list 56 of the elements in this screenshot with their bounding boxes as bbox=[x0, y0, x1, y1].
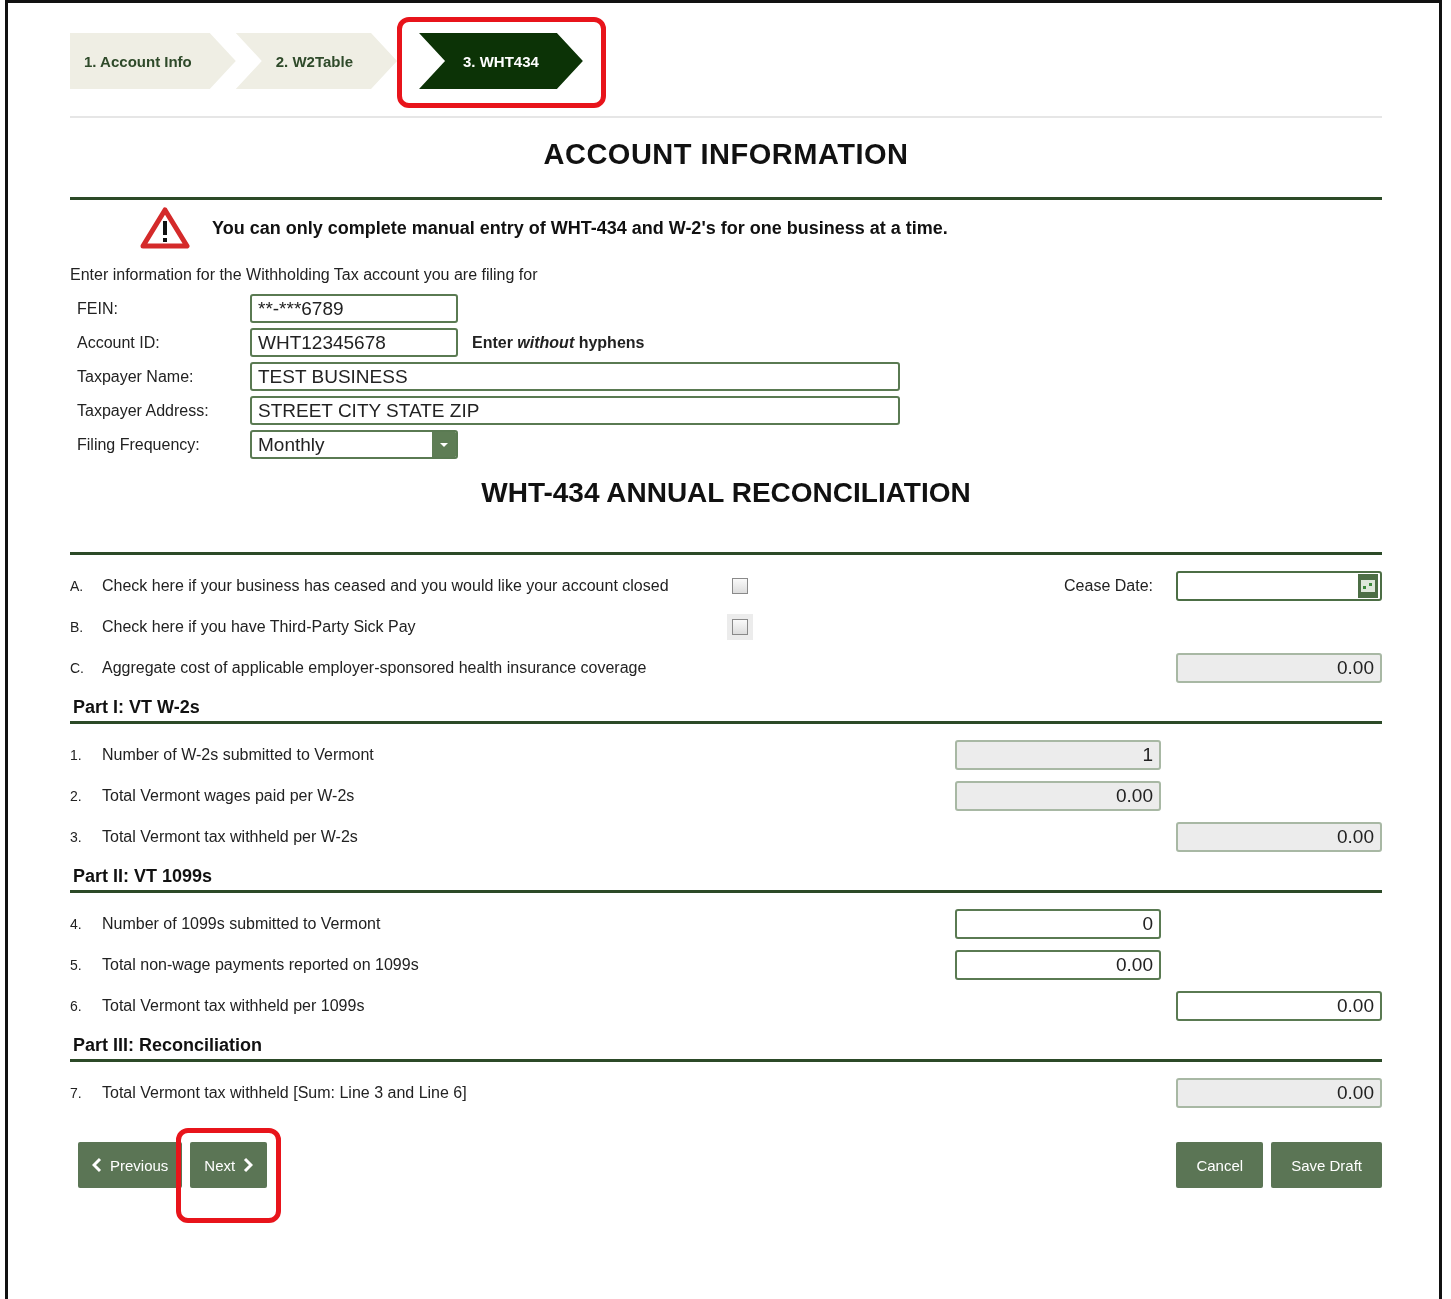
text-field[interactable]: TEST BUSINESS bbox=[250, 362, 900, 391]
part-heading: Part II: VT 1099s bbox=[72, 866, 214, 887]
chevron-left-icon bbox=[92, 1157, 102, 1173]
amount-field[interactable]: 0 bbox=[955, 909, 1161, 939]
frequency-dropdown[interactable]: Monthly bbox=[250, 430, 458, 459]
line-marker: A. bbox=[70, 578, 85, 594]
chevron-right-icon bbox=[243, 1157, 254, 1173]
field-label: Taxpayer Address: bbox=[77, 401, 210, 420]
amount-field[interactable]: 0.00 bbox=[955, 950, 1161, 980]
intro-text: Enter information for the Withholding Tax account you are filing for bbox=[70, 266, 539, 284]
line-marker: 7. bbox=[70, 1085, 83, 1101]
line-marker: 6. bbox=[70, 998, 83, 1014]
text-field[interactable]: **-***6789 bbox=[250, 294, 458, 323]
field-label: Taxpayer Name: bbox=[77, 367, 195, 386]
line-marker: C. bbox=[70, 660, 85, 676]
line-label: Number of W-2s submitted to Vermont bbox=[102, 746, 375, 764]
warning-message: You can only complete manual entry of WHT-434 and W-2's for one business at a time. bbox=[212, 217, 948, 239]
line-label: Total Vermont tax withheld [Sum: Line 3 and Line 6] bbox=[102, 1084, 468, 1102]
section-title: WHT-434 ANNUAL RECONCILIATION bbox=[480, 477, 972, 510]
text-field[interactable]: STREET CITY STATE ZIP bbox=[250, 396, 900, 425]
field-hint: Enter without hyphens bbox=[472, 333, 645, 352]
save-draft-button[interactable]: Save Draft bbox=[1271, 1142, 1382, 1188]
part-heading: Part III: Reconciliation bbox=[72, 1035, 264, 1056]
previous-button[interactable]: Previous bbox=[78, 1142, 183, 1188]
line-label: Total non-wage payments reported on 1099s bbox=[102, 956, 420, 974]
line-marker: B. bbox=[70, 619, 85, 635]
field-label: Account ID: bbox=[77, 333, 161, 352]
step-tab[interactable]: 2. W2Table bbox=[235, 33, 398, 89]
line-label: Total Vermont wages paid per W-2s bbox=[102, 787, 356, 805]
page-title: ACCOUNT INFORMATION bbox=[542, 138, 910, 172]
line-label: Number of 1099s submitted to Vermont bbox=[102, 915, 382, 933]
step-tab[interactable]: 3. WHT434 bbox=[419, 33, 583, 89]
line-marker: 5. bbox=[70, 957, 83, 973]
line-label: Check here if your business has ceased and you would like your account closed bbox=[102, 577, 670, 595]
amount-field[interactable]: 0.00 bbox=[1176, 991, 1382, 1021]
next-button[interactable]: Next bbox=[190, 1142, 268, 1188]
checkbox[interactable] bbox=[732, 578, 748, 594]
field-label: Filing Frequency: bbox=[77, 435, 201, 454]
part-heading: Part I: VT W-2s bbox=[72, 697, 201, 718]
dropdown-caret-icon bbox=[432, 432, 456, 457]
date-field[interactable] bbox=[1176, 571, 1382, 601]
line-marker: 3. bbox=[70, 829, 83, 845]
line-marker: 1. bbox=[70, 747, 83, 763]
cancel-button[interactable]: Cancel bbox=[1176, 1142, 1264, 1188]
line-marker: 4. bbox=[70, 916, 83, 932]
field-label: Cease Date: bbox=[1064, 577, 1153, 595]
line-marker: 2. bbox=[70, 788, 83, 804]
line-label: Check here if you have Third-Party Sick Pay bbox=[102, 618, 417, 636]
field-label: FEIN: bbox=[77, 299, 119, 318]
step-tab[interactable]: 1. Account Info bbox=[70, 33, 236, 89]
line-label: Total Vermont tax withheld per 1099s bbox=[102, 997, 366, 1015]
calendar-icon bbox=[1358, 574, 1378, 598]
line-label: Total Vermont tax withheld per W-2s bbox=[102, 828, 359, 846]
warning-icon bbox=[140, 207, 190, 249]
line-label: Aggregate cost of applicable employer-sponsored health insurance coverage bbox=[102, 659, 648, 677]
text-field[interactable]: WHT12345678 bbox=[250, 328, 458, 357]
